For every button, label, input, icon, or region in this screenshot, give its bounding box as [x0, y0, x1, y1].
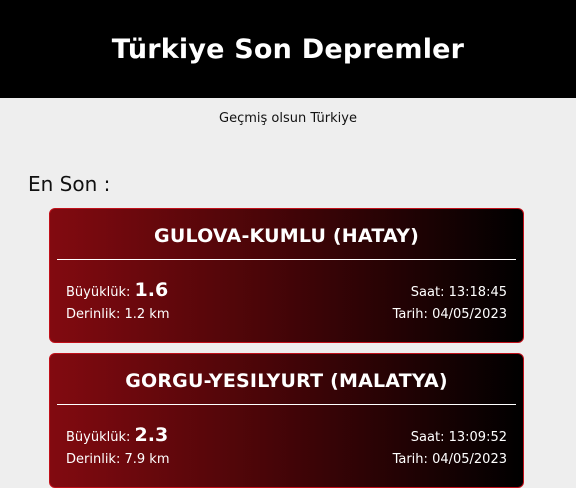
earthquake-location: GORGU-YESILYURT (MALATYA): [125, 370, 448, 392]
time-group: Saat: 13:18:45: [411, 285, 507, 300]
date-value: 04/05/2023: [432, 452, 507, 467]
magnitude-value: 2.3: [134, 424, 169, 446]
earthquake-location: GULOVA-KUMLU (HATAY): [154, 225, 419, 247]
magnitude-group: Büyüklük: 1.6: [66, 279, 168, 301]
card-divider: [57, 404, 516, 405]
section-heading-latest: En Son :: [28, 172, 111, 196]
page-title: Türkiye Son Depremler: [111, 33, 465, 65]
depth-group: Derinlik: 7.9 km: [66, 452, 169, 467]
time-label: Saat:: [410, 430, 445, 445]
date-group: Tarih: 04/05/2023: [393, 452, 507, 467]
card-row-depth-date: Derinlik: 1.2 km Tarih: 04/05/2023: [66, 307, 507, 322]
magnitude-group: Büyüklük: 2.3: [66, 424, 168, 446]
date-value: 04/05/2023: [432, 307, 507, 322]
card-row-depth-date: Derinlik: 7.9 km Tarih: 04/05/2023: [66, 452, 507, 467]
time-label: Saat:: [410, 285, 445, 300]
time-group: Saat: 13:09:52: [411, 430, 507, 445]
depth-group: Derinlik: 1.2 km: [66, 307, 169, 322]
time-value: 13:18:45: [448, 285, 507, 300]
card-row-magnitude-time: Büyüklük: 2.3 Saat: 13:09:52: [66, 424, 507, 446]
magnitude-value: 1.6: [134, 279, 169, 301]
date-label: Tarih:: [392, 307, 428, 322]
depth-label: Derinlik:: [66, 307, 121, 322]
depth-label: Derinlik:: [66, 452, 121, 467]
earthquake-card[interactable]: GORGU-YESILYURT (MALATYA) Büyüklük: 2.3 …: [49, 353, 524, 488]
site-header: Türkiye Son Depremler: [0, 0, 576, 98]
card-divider: [57, 259, 516, 260]
card-row-magnitude-time: Büyüklük: 1.6 Saat: 13:18:45: [66, 279, 507, 301]
magnitude-label: Büyüklük:: [66, 430, 131, 445]
earthquake-card[interactable]: GULOVA-KUMLU (HATAY) Büyüklük: 1.6 Saat:…: [49, 208, 524, 343]
depth-value: 7.9 km: [124, 452, 170, 467]
magnitude-label: Büyüklük:: [66, 285, 131, 300]
date-label: Tarih:: [392, 452, 428, 467]
depth-value: 1.2 km: [124, 307, 170, 322]
time-value: 13:09:52: [448, 430, 507, 445]
subtitle-text: Geçmiş olsun Türkiye: [219, 111, 357, 126]
date-group: Tarih: 04/05/2023: [393, 307, 507, 322]
